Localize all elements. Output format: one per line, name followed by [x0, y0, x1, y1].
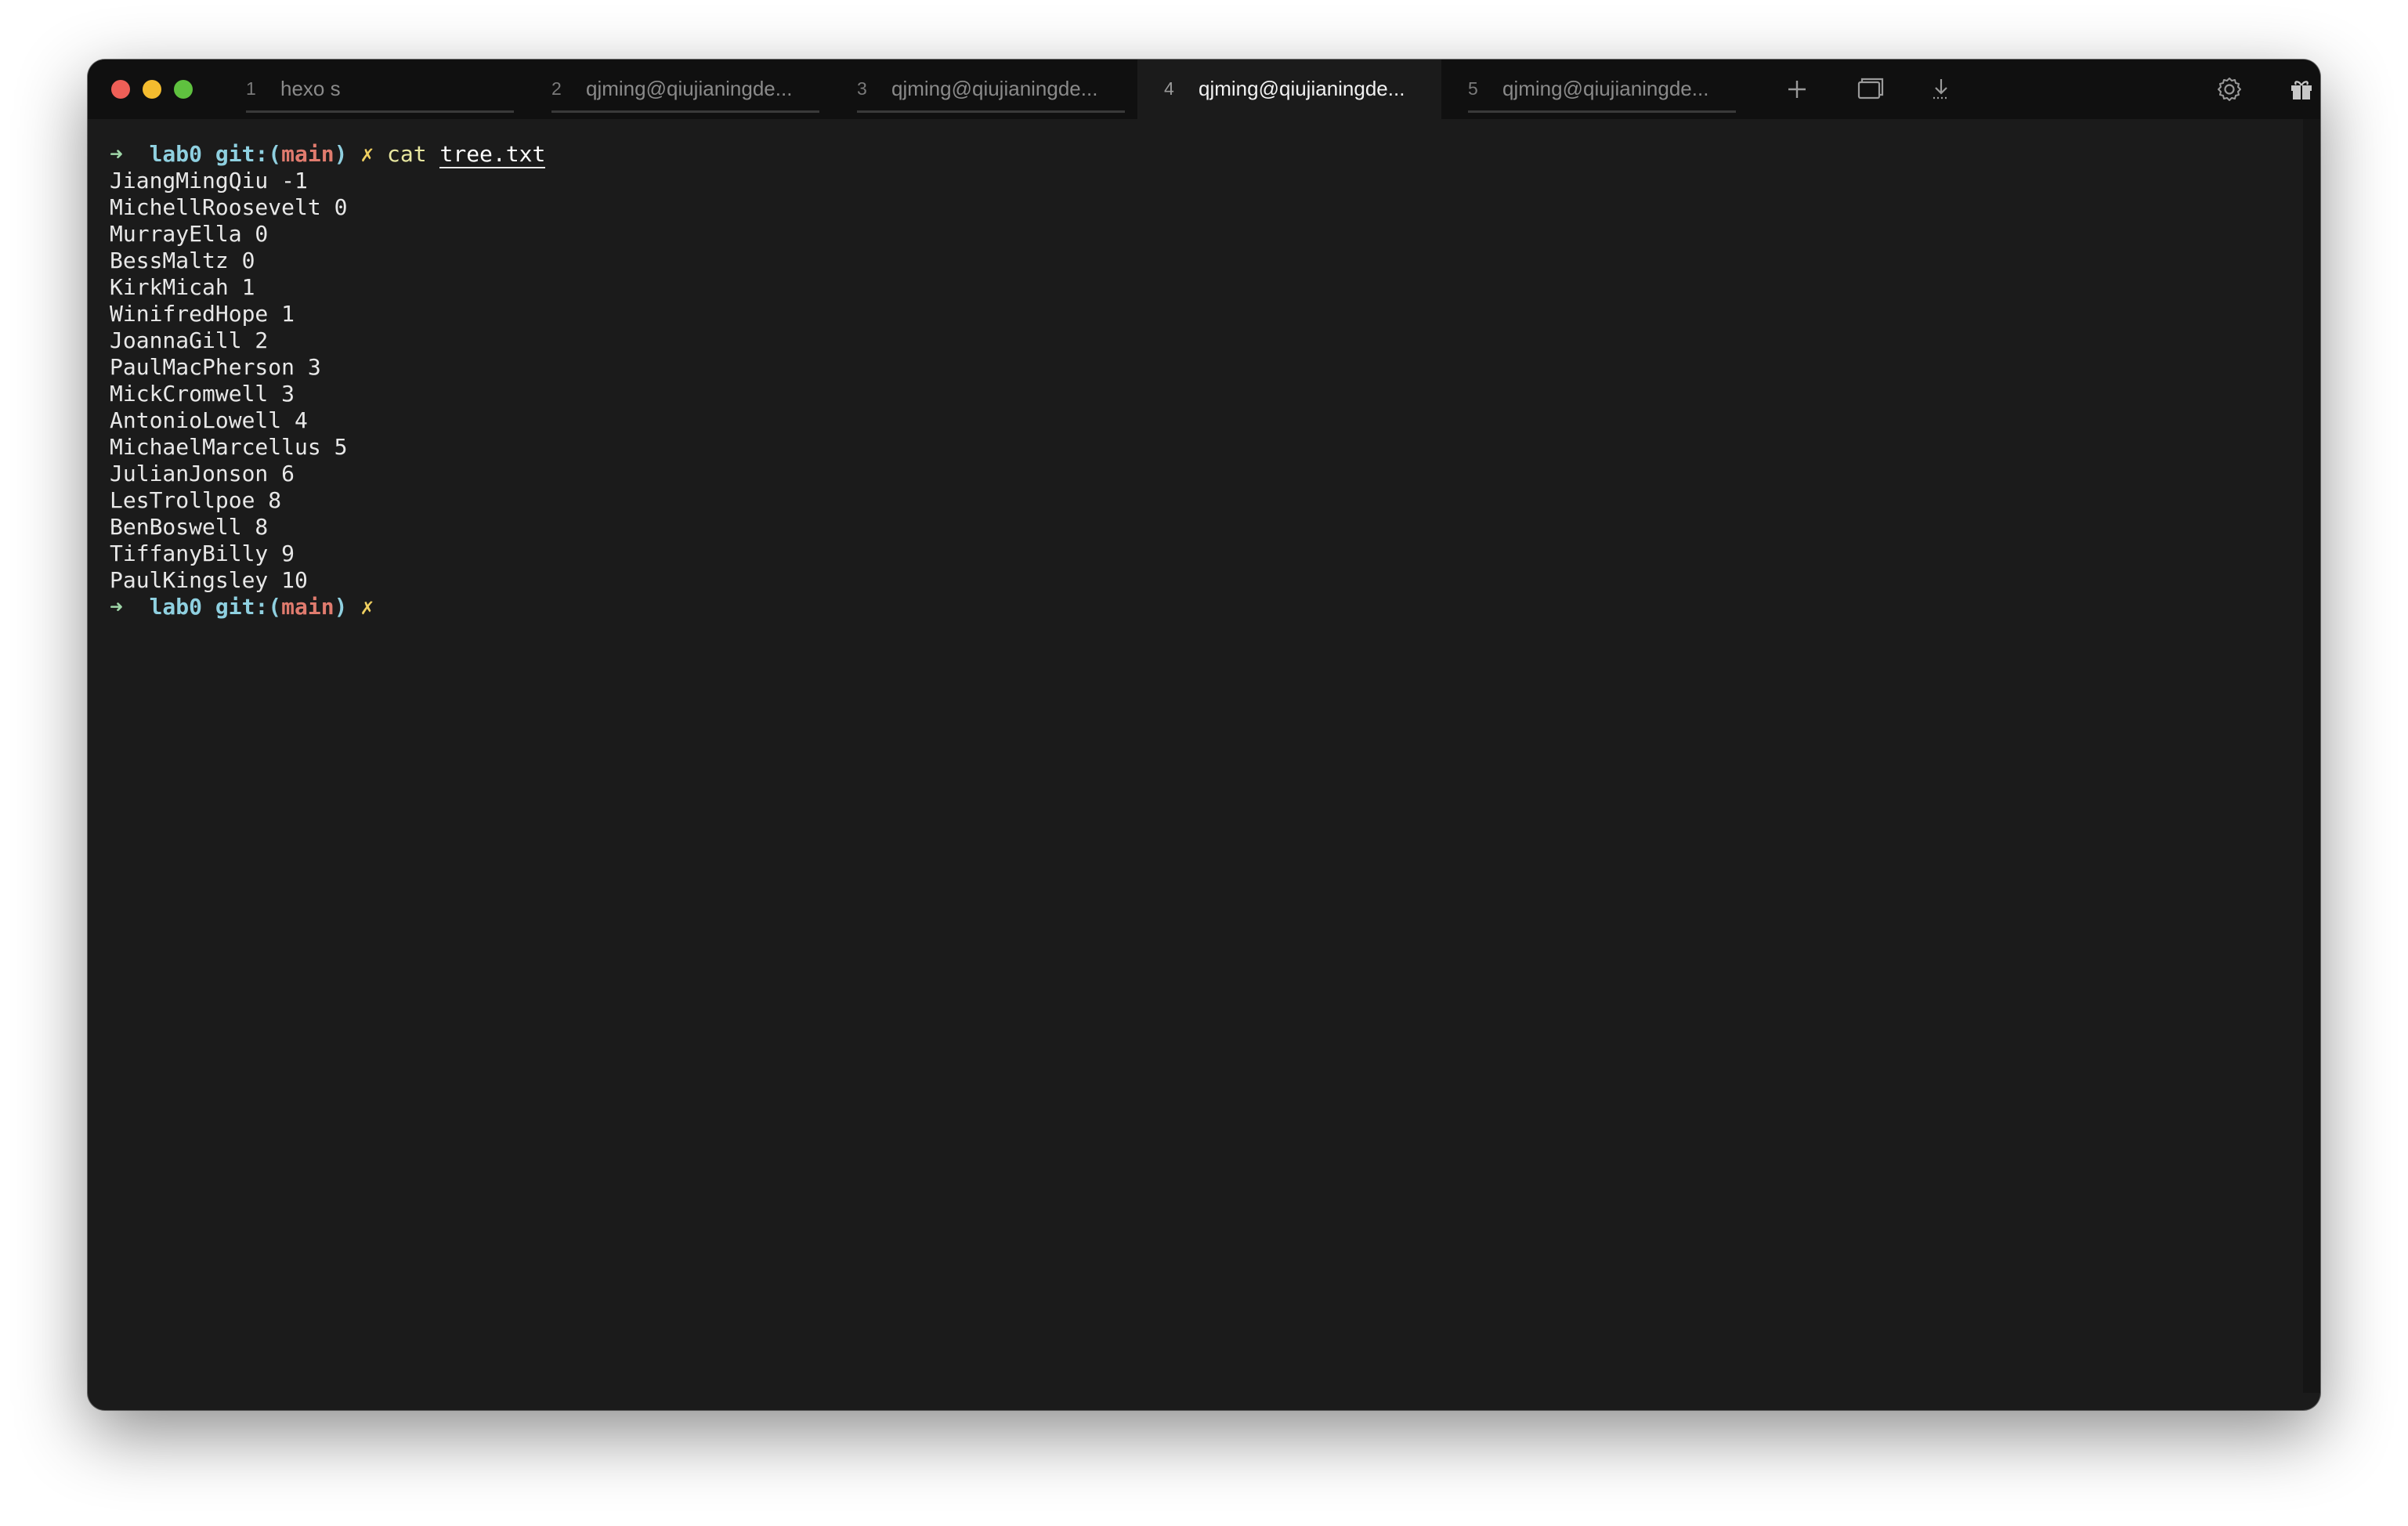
- prompt-git-prefix: git:(: [215, 594, 282, 620]
- tab-underline: [1468, 110, 1736, 113]
- tab-number: 3: [857, 78, 867, 99]
- prompt-directory: lab0: [149, 141, 203, 167]
- output-line: PaulKingsley 10: [110, 567, 308, 593]
- output-line: BenBoswell 8: [110, 514, 269, 540]
- close-window-button[interactable]: [111, 80, 130, 99]
- tab-number: 4: [1164, 78, 1174, 99]
- command-argument: tree.txt: [439, 141, 546, 168]
- output-line: MichellRoosevelt 0: [110, 194, 348, 220]
- output-line: MickCromwell 3: [110, 381, 295, 407]
- gear-icon[interactable]: [2214, 74, 2245, 105]
- tab-title: qjming@qiujianingde...: [1199, 77, 1405, 100]
- tab-3[interactable]: 3 qjming@qiujianingde...: [844, 60, 1130, 119]
- command-line: ➜ lab0 git:(main) ✗ cat tree.txt: [110, 141, 2295, 168]
- zoom-window-button[interactable]: [174, 80, 193, 99]
- prompt-arrow: ➜: [110, 594, 123, 620]
- prompt-directory: lab0: [149, 594, 203, 620]
- tab-title: qjming@qiujianingde...: [1502, 77, 1709, 100]
- output-line: AntonioLowell 4: [110, 407, 308, 433]
- terminal-window: 1 hexo s 2 qjming@qiujianingde... 3 qjmi…: [88, 60, 2320, 1410]
- tab-1[interactable]: 1 hexo s: [233, 60, 519, 119]
- output-line: TiffanyBilly 9: [110, 541, 295, 566]
- output-line: BessMaltz 0: [110, 248, 255, 273]
- command-name: cat: [387, 141, 427, 167]
- tab-number: 1: [246, 78, 256, 99]
- output-line: WinifredHope 1: [110, 301, 295, 327]
- output-line: JulianJonson 6: [110, 461, 295, 486]
- tab-title: qjming@qiujianingde...: [891, 77, 1098, 100]
- output-line: LesTrollpoe 8: [110, 487, 282, 513]
- prompt-branch: main: [281, 141, 334, 167]
- tab-title: qjming@qiujianingde...: [586, 77, 793, 100]
- output-line: PaulMacPherson 3: [110, 354, 321, 380]
- output-line: MichaelMarcellus 5: [110, 434, 348, 460]
- tab-2[interactable]: 2 qjming@qiujianingde...: [539, 60, 824, 119]
- tab-underline: [246, 110, 514, 113]
- tab-5[interactable]: 5 qjming@qiujianingde...: [1455, 60, 1741, 119]
- prompt-branch: main: [281, 594, 334, 620]
- prompt-git-suffix: ): [334, 594, 348, 620]
- tab-underline: [551, 110, 819, 113]
- prompt-arrow: ➜: [110, 141, 123, 167]
- prompt-line: ➜ lab0 git:(main) ✗: [110, 594, 2295, 620]
- output-line: KirkMicah 1: [110, 274, 255, 300]
- tab-4[interactable]: 4 qjming@qiujianingde...: [1137, 60, 1441, 119]
- minimize-window-button[interactable]: [143, 80, 161, 99]
- output-line: MurrayElla 0: [110, 221, 269, 247]
- scrollbar[interactable]: [2303, 119, 2320, 1393]
- prompt-dirty-mark: ✗: [360, 594, 374, 620]
- tab-underline: [857, 110, 1125, 113]
- window-icon[interactable]: [1853, 74, 1885, 105]
- prompt-git-suffix: ): [334, 141, 348, 167]
- prompt-git-prefix: git:(: [215, 141, 282, 167]
- prompt-dirty-mark: ✗: [360, 141, 374, 167]
- terminal-output[interactable]: ➜ lab0 git:(main) ✗ cat tree.txt JiangMi…: [110, 141, 2295, 1387]
- output-line: JiangMingQiu -1: [110, 168, 308, 193]
- gift-icon[interactable]: [2286, 74, 2317, 105]
- tab-number: 5: [1468, 78, 1478, 99]
- output-line: JoannaGill 2: [110, 327, 269, 353]
- download-icon[interactable]: [1925, 74, 1957, 105]
- plus-icon[interactable]: [1781, 74, 1813, 105]
- title-bar: 1 hexo s 2 qjming@qiujianingde... 3 qjmi…: [88, 60, 2320, 119]
- tab-title: hexo s: [280, 77, 341, 100]
- tab-number: 2: [551, 78, 562, 99]
